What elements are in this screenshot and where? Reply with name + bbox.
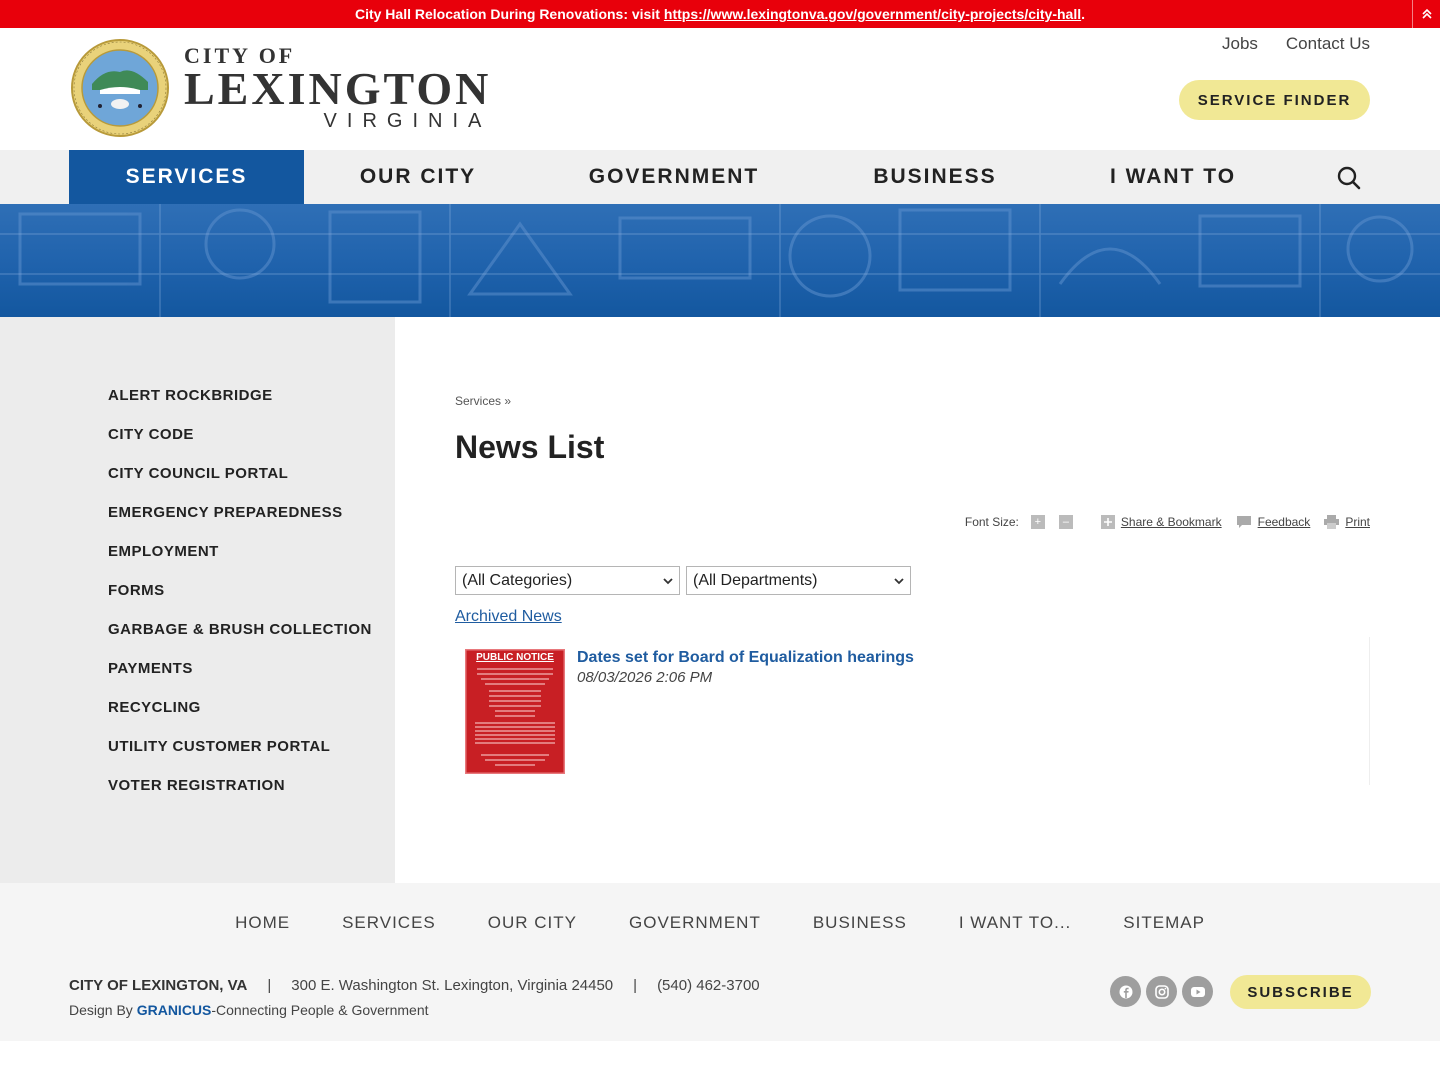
category-select-value: (All Categories) <box>462 571 573 589</box>
footer-nav: HOME SERVICES OUR CITY GOVERNMENT BUSINE… <box>0 913 1440 933</box>
granicus-link[interactable]: GRANICUS <box>137 1002 212 1018</box>
service-finder-button[interactable]: SERVICE FINDER <box>1179 80 1370 120</box>
sidebar-item-recycling[interactable]: RECYCLING <box>108 699 201 716</box>
utility-links: Jobs Contact Us <box>1222 34 1370 54</box>
footer-link-sitemap[interactable]: SITEMAP <box>1123 913 1205 933</box>
logo-sub-text: VIRGINIA <box>323 110 492 132</box>
nav-our-city[interactable]: OUR CITY <box>304 150 532 204</box>
footer-link-government[interactable]: GOVERNMENT <box>629 913 761 933</box>
speech-bubble-icon <box>1236 516 1251 528</box>
sidebar-item-alert-rockbridge[interactable]: ALERT ROCKBRIDGE <box>108 387 273 404</box>
feedback-link[interactable]: Feedback <box>1236 515 1311 529</box>
city-seal-icon <box>71 39 169 137</box>
font-increase-icon[interactable]: + <box>1030 515 1045 529</box>
font-decrease-icon[interactable]: – <box>1058 515 1073 529</box>
page-title: News List <box>455 429 605 465</box>
alert-text: City Hall Relocation During Renovations:… <box>354 6 660 22</box>
nav-i-want-to[interactable]: I WANT TO <box>1054 150 1292 204</box>
department-select-value: (All Departments) <box>693 571 818 589</box>
share-bookmark-label: Share & Bookmark <box>1120 515 1222 529</box>
footer-address: 300 E. Washington St. Lexington, Virgini… <box>291 977 614 994</box>
archived-news-link[interactable]: Archived News <box>455 608 562 626</box>
sidebar-item-city-council-portal[interactable]: CITY COUNCIL PORTAL <box>108 465 288 482</box>
page-tools: Font Size: + – Share & Bookmark Feedback… <box>965 515 1370 529</box>
site-logo[interactable]: CITY OF LEXINGTON VIRGINIA <box>70 38 491 138</box>
chevron-double-up-icon <box>1421 8 1432 19</box>
alert-link-suffix: . <box>1081 6 1086 22</box>
footer-link-our-city[interactable]: OUR CITY <box>488 913 577 933</box>
content-divider <box>1369 637 1370 785</box>
news-filters: (All Categories) (All Departments) <box>455 566 911 595</box>
logo-wordmark: CITY OF LEXINGTON VIRGINIA <box>184 45 492 132</box>
footer-phone[interactable]: (540) 462-3700 <box>657 977 760 994</box>
footer-separator: | <box>633 977 638 994</box>
news-thumbnail[interactable]: PUBLIC NOTICE <box>465 649 565 774</box>
print-label: Print <box>1345 515 1370 529</box>
site-header: CITY OF LEXINGTON VIRGINIA Jobs Contact … <box>0 28 1440 150</box>
print-link[interactable]: Print <box>1324 515 1370 529</box>
footer-design-credit: Design By GRANICUS-Connecting People & G… <box>69 1002 429 1018</box>
chevron-down-icon <box>663 578 673 585</box>
instagram-icon[interactable] <box>1146 976 1177 1007</box>
thumbnail-heading: PUBLIC NOTICE <box>476 652 554 663</box>
plus-square-icon <box>1100 515 1115 529</box>
sidebar-item-utility-portal[interactable]: UTILITY CUSTOMER PORTAL <box>108 738 330 755</box>
footer-link-business[interactable]: BUSINESS <box>813 913 907 933</box>
sidebar-item-payments[interactable]: PAYMENTS <box>108 660 193 677</box>
footer-link-home[interactable]: HOME <box>235 913 290 933</box>
sidebar-item-voter-registration[interactable]: VOTER REGISTRATION <box>108 777 285 794</box>
share-bookmark-link[interactable]: Share & Bookmark <box>1100 515 1222 529</box>
banner-pattern <box>0 204 1440 317</box>
sidebar: ALERT ROCKBRIDGE CITY CODE CITY COUNCIL … <box>0 317 395 883</box>
nav-government[interactable]: GOVERNMENT <box>532 150 816 204</box>
footer-contact-info: CITY OF LEXINGTON, VA | 300 E. Washingto… <box>69 977 760 994</box>
footer-separator: | <box>267 977 272 994</box>
youtube-icon[interactable] <box>1182 976 1213 1007</box>
contact-us-link[interactable]: Contact Us <box>1286 34 1370 54</box>
sidebar-item-city-code[interactable]: CITY CODE <box>108 426 194 443</box>
department-select[interactable]: (All Departments) <box>686 566 911 595</box>
jobs-link[interactable]: Jobs <box>1222 34 1258 54</box>
subscribe-button[interactable]: SUBSCRIBE <box>1230 975 1371 1009</box>
sidebar-item-forms[interactable]: FORMS <box>108 582 165 599</box>
sidebar-item-emergency-preparedness[interactable]: EMERGENCY PREPAREDNESS <box>108 504 343 521</box>
feedback-label: Feedback <box>1257 515 1311 529</box>
thumbnail-text-lines <box>465 649 565 774</box>
list-item: PUBLIC NOTICE Dates set for Board of Equ <box>455 649 1325 777</box>
alert-banner: City Hall Relocation During Renovations:… <box>0 0 1440 28</box>
sidebar-item-employment[interactable]: EMPLOYMENT <box>108 543 219 560</box>
printer-icon <box>1324 515 1340 529</box>
alert-link[interactable]: https://www.lexingtonva.gov/government/c… <box>664 6 1081 22</box>
design-prefix: Design By <box>69 1002 133 1018</box>
font-size-label: Font Size: <box>964 515 1019 529</box>
category-select[interactable]: (All Categories) <box>455 566 680 595</box>
facebook-icon[interactable] <box>1110 976 1141 1007</box>
news-title-link[interactable]: Dates set for Board of Equalization hear… <box>577 649 914 667</box>
collapse-alert-button[interactable] <box>1412 0 1440 28</box>
site-footer: HOME SERVICES OUR CITY GOVERNMENT BUSINE… <box>0 883 1440 1041</box>
chevron-down-icon <box>894 578 904 585</box>
nav-services[interactable]: SERVICES <box>69 150 304 204</box>
main-nav: SERVICES OUR CITY GOVERNMENT BUSINESS I … <box>0 150 1440 204</box>
news-date: 08/03/2026 2:06 PM <box>577 669 713 686</box>
search-icon[interactable] <box>1336 165 1362 191</box>
nav-business[interactable]: BUSINESS <box>816 150 1054 204</box>
footer-link-services[interactable]: SERVICES <box>342 913 436 933</box>
hero-banner <box>0 204 1440 317</box>
breadcrumb[interactable]: Services » <box>455 394 511 408</box>
footer-org-name: CITY OF LEXINGTON, VA <box>69 977 248 994</box>
main-content: Services » News List Font Size: + – Shar… <box>395 317 1440 883</box>
design-suffix: -Connecting People & Government <box>211 1002 429 1018</box>
logo-main-text: LEXINGTON <box>184 63 492 114</box>
footer-link-i-want-to[interactable]: I WANT TO... <box>959 913 1071 933</box>
social-links <box>1110 976 1213 1007</box>
sidebar-item-garbage-brush[interactable]: GARBAGE & BRUSH COLLECTION <box>108 621 372 638</box>
